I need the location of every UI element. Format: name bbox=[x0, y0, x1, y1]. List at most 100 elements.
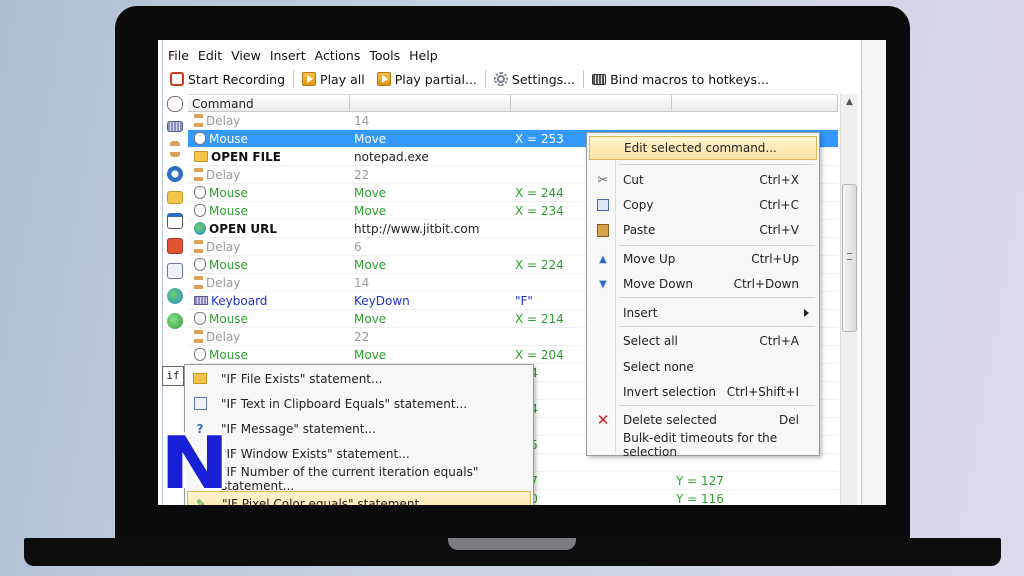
hourglass-icon bbox=[194, 330, 203, 343]
table-cell-3: 160 bbox=[511, 490, 672, 506]
cell-text: Mouse bbox=[209, 203, 248, 218]
scroll-up-arrow[interactable]: ▲ bbox=[841, 94, 858, 111]
table-cell-2: Move bbox=[350, 310, 511, 328]
menu-actions[interactable]: Actions bbox=[311, 46, 366, 66]
cell-text: X = 214 bbox=[515, 311, 564, 326]
table-cell-1: Keyboard bbox=[188, 292, 350, 310]
menu-item-bulk-edit[interactable]: Bulk-edit timeouts for the selection bbox=[589, 431, 817, 459]
cell-text: Y = 116 bbox=[676, 491, 724, 506]
play-all-button[interactable]: Play all bbox=[296, 69, 371, 89]
menu-item-move-down[interactable]: ▼ Move Down Ctrl+Down bbox=[589, 272, 817, 296]
if-window-exists-item[interactable]: "IF Window Exists" statement... bbox=[187, 441, 531, 466]
submenu-arrow-icon bbox=[804, 309, 809, 317]
if-statement-button[interactable]: if bbox=[162, 366, 184, 386]
menu-item-shortcut: Ctrl+Shift+I bbox=[726, 385, 799, 399]
cell-text: Move bbox=[354, 131, 387, 146]
if-iteration-item[interactable]: "IF Number of the current iteration equa… bbox=[187, 465, 531, 493]
menu-item-shortcut: Ctrl+C bbox=[759, 198, 799, 212]
column-header-2[interactable] bbox=[350, 95, 511, 111]
folder-icon bbox=[194, 151, 208, 162]
mouse-icon bbox=[194, 186, 206, 199]
column-header-4[interactable] bbox=[672, 95, 838, 111]
menu-item-label: Select all bbox=[623, 334, 678, 348]
if-file-exists-item[interactable]: "IF File Exists" statement... bbox=[187, 366, 531, 391]
table-cell-1: Mouse bbox=[188, 184, 350, 202]
menu-item-insert[interactable]: Insert bbox=[589, 301, 817, 325]
menu-item-delete-selected[interactable]: ✕ Delete selected Del bbox=[589, 408, 817, 432]
cell-text: Mouse bbox=[209, 131, 248, 146]
menu-separator bbox=[619, 164, 815, 165]
menu-item-paste[interactable]: Paste Ctrl+V bbox=[589, 218, 817, 242]
menu-view[interactable]: View bbox=[227, 46, 266, 66]
text-icon bbox=[193, 397, 207, 410]
menu-separator bbox=[619, 405, 815, 406]
keyboard-icon[interactable] bbox=[167, 121, 183, 132]
table-cell-1: Delay bbox=[188, 328, 350, 346]
table-cell-2: Move bbox=[350, 346, 511, 364]
if-clipboard-item[interactable]: "IF Text in Clipboard Equals" statement.… bbox=[187, 391, 531, 416]
table-cell-1: Mouse bbox=[188, 310, 350, 328]
settings-button[interactable]: Settings... bbox=[488, 69, 581, 89]
stop-icon[interactable] bbox=[167, 238, 183, 254]
menu-item-edit-selected[interactable]: Edit selected command... bbox=[589, 136, 817, 160]
menu-item-shortcut: Ctrl+Up bbox=[751, 252, 799, 266]
scroll-thumb[interactable] bbox=[842, 184, 857, 332]
window-icon[interactable] bbox=[167, 213, 183, 229]
menu-item-select-all[interactable]: Select all Ctrl+A bbox=[589, 329, 817, 353]
toolbar: Start Recording Play all Play partial...… bbox=[164, 68, 775, 90]
mouse-icon[interactable] bbox=[167, 96, 183, 112]
cell-text: 14 bbox=[354, 113, 370, 128]
column-header-3[interactable] bbox=[511, 95, 672, 111]
bind-hotkeys-button[interactable]: Bind macros to hotkeys... bbox=[586, 69, 775, 89]
menu-item-invert-selection[interactable]: Invert selection Ctrl+Shift+I bbox=[589, 380, 817, 404]
if-pixel-color-item[interactable]: ✎ "IF Pixel Color equals" statement... bbox=[187, 491, 531, 505]
table-cell-2: 6 bbox=[350, 238, 511, 256]
menu-item-cut[interactable]: ✂ Cut Ctrl+X bbox=[589, 168, 817, 192]
hourglass-icon bbox=[194, 114, 203, 127]
menu-item-move-up[interactable]: ▲ Move Up Ctrl+Up bbox=[589, 247, 817, 271]
menu-item-label: "IF Window Exists" statement... bbox=[221, 446, 410, 461]
vertical-scrollbar[interactable]: ▲ bbox=[840, 94, 858, 505]
keyboard-icon bbox=[194, 296, 208, 305]
cell-text: 14 bbox=[354, 275, 370, 290]
info-icon[interactable] bbox=[167, 166, 183, 182]
gear-icon bbox=[493, 72, 508, 86]
menu-item-label: Invert selection bbox=[623, 385, 717, 399]
column-header-command[interactable]: Command bbox=[188, 95, 350, 111]
hourglass-icon bbox=[194, 168, 203, 181]
menu-help[interactable]: Help bbox=[405, 46, 443, 66]
if-message-item[interactable]: ? "IF Message" statement... bbox=[187, 416, 531, 441]
start-recording-button[interactable]: Start Recording bbox=[164, 69, 291, 89]
table-cell-4 bbox=[672, 112, 838, 130]
web-icon[interactable] bbox=[167, 313, 183, 329]
cell-text: Delay bbox=[206, 239, 241, 254]
menu-item-select-none[interactable]: Select none bbox=[589, 355, 817, 379]
table-cell-2: Move bbox=[350, 202, 511, 220]
menu-edit[interactable]: Edit bbox=[194, 46, 227, 66]
cell-text: KeyDown bbox=[354, 293, 410, 308]
globe-icon[interactable] bbox=[167, 288, 183, 304]
menu-tools[interactable]: Tools bbox=[365, 46, 405, 66]
scissors-icon: ✂ bbox=[597, 172, 609, 188]
play-partial-icon bbox=[376, 72, 391, 86]
menu-item-copy[interactable]: Copy Ctrl+C bbox=[589, 193, 817, 217]
table-row[interactable]: Delay 14 bbox=[188, 112, 838, 130]
menu-file[interactable]: File bbox=[164, 46, 194, 66]
text-icon[interactable] bbox=[167, 263, 183, 279]
menu-item-label: Insert bbox=[623, 306, 658, 320]
context-menu: Edit selected command... ✂ Cut Ctrl+X Co… bbox=[586, 132, 820, 459]
cell-text: 22 bbox=[354, 167, 370, 182]
menu-item-shortcut: Ctrl+X bbox=[759, 173, 799, 187]
cell-text: http://www.jitbit.com bbox=[354, 221, 480, 236]
menu-insert[interactable]: Insert bbox=[266, 46, 311, 66]
menu-item-shortcut: Ctrl+Down bbox=[733, 277, 799, 291]
folder-icon[interactable] bbox=[167, 191, 183, 204]
cell-text: 22 bbox=[354, 329, 370, 344]
play-partial-button[interactable]: Play partial... bbox=[371, 69, 483, 89]
mouse-icon bbox=[194, 348, 206, 361]
folder-icon bbox=[193, 373, 207, 384]
hourglass-icon[interactable] bbox=[170, 141, 180, 157]
cell-text: 6 bbox=[354, 239, 362, 254]
cell-text: Delay bbox=[206, 275, 241, 290]
play-all-label: Play all bbox=[320, 71, 365, 87]
